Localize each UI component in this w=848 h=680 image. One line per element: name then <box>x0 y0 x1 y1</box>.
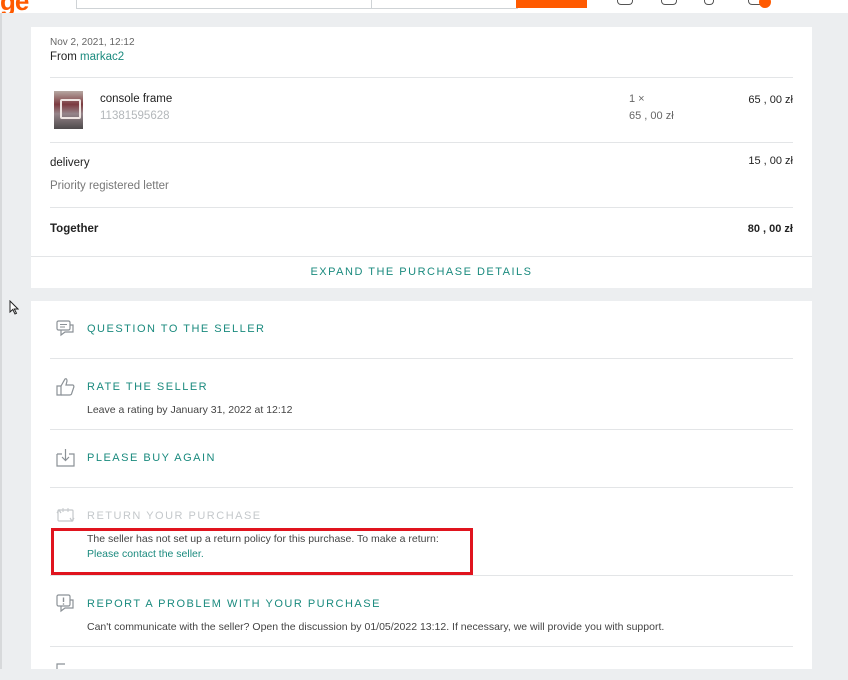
rate-seller-deadline: Leave a rating by January 31, 2022 at 12… <box>87 404 293 416</box>
report-problem-icon <box>56 594 74 613</box>
bell-icon[interactable] <box>661 0 677 5</box>
order-date: Nov 2, 2021, 12:12 <box>50 37 135 48</box>
divider <box>50 575 793 576</box>
return-purchase-title: RETURN YOUR PURCHASE <box>87 510 262 522</box>
divider <box>50 142 793 143</box>
total-price: 80 , 00 zł <box>747 223 793 235</box>
seller-link[interactable]: markac2 <box>80 51 124 63</box>
item-title[interactable]: console frame <box>100 93 172 105</box>
notification-badge <box>759 0 771 8</box>
highlight-box <box>51 528 473 575</box>
item-id: 11381595628 <box>100 110 170 122</box>
item-price: 65 , 00 zł <box>748 94 793 106</box>
delivery-method: Priority registered letter <box>50 180 169 192</box>
question-to-seller-link[interactable]: QUESTION TO THE SELLER <box>87 323 266 335</box>
divider <box>50 646 793 647</box>
report-problem-note: Can't communicate with the seller? Open … <box>87 621 665 633</box>
item-quantity: 1 × <box>629 93 645 105</box>
thumbs-up-icon <box>56 378 75 396</box>
user-icon[interactable] <box>704 0 714 5</box>
divider <box>50 207 793 208</box>
next-action-icon <box>56 663 65 669</box>
divider <box>50 358 793 359</box>
search-input[interactable] <box>76 0 518 9</box>
cart-icon[interactable] <box>617 0 633 5</box>
order-from: From markac2 <box>50 51 124 63</box>
chat-bubble-icon <box>56 320 74 337</box>
search-button[interactable] <box>516 0 587 8</box>
from-label: From <box>50 51 77 63</box>
item-unit-price: 65 , 00 zł <box>629 110 674 122</box>
buy-again-icon <box>56 449 75 467</box>
delivery-label: delivery <box>50 157 90 169</box>
buy-again-link[interactable]: PLEASE BUY AGAIN <box>87 452 216 464</box>
divider <box>50 429 793 430</box>
top-navigation-bar: ge <box>0 0 848 13</box>
item-thumbnail[interactable] <box>54 91 83 129</box>
divider <box>50 77 793 78</box>
divider <box>50 487 793 488</box>
search-category-divider <box>371 0 372 8</box>
order-summary-card: Nov 2, 2021, 12:12 From markac2 console … <box>31 27 812 288</box>
purchase-actions-card: QUESTION TO THE SELLER RATE THE SELLER L… <box>31 301 812 669</box>
page-left-border <box>0 13 2 669</box>
rate-seller-link[interactable]: RATE THE SELLER <box>87 381 208 393</box>
return-icon <box>56 508 75 523</box>
logo[interactable]: ge <box>0 0 29 13</box>
expand-purchase-details-button[interactable]: EXPAND THE PURCHASE DETAILS <box>31 256 812 289</box>
report-problem-link[interactable]: REPORT A PROBLEM WITH YOUR PURCHASE <box>87 598 381 610</box>
delivery-price: 15 , 00 zł <box>748 155 793 167</box>
total-label: Together <box>50 223 99 235</box>
mouse-cursor-icon <box>9 300 19 315</box>
